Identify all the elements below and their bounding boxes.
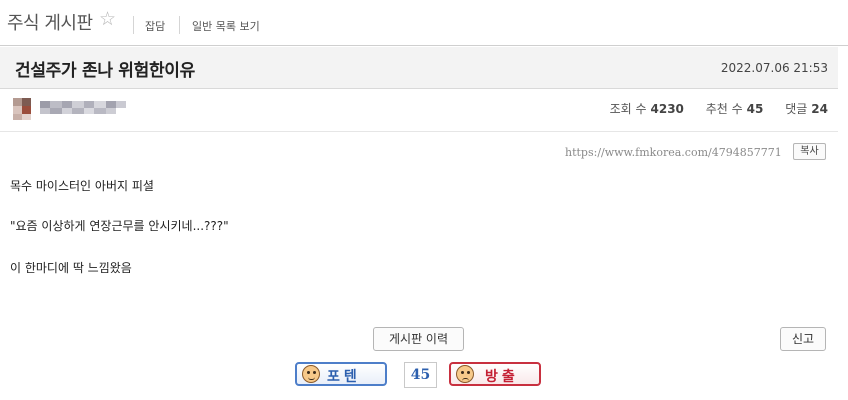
board-history-button[interactable]: 게시판 이력 (373, 327, 464, 351)
happy-face-icon (302, 365, 320, 383)
vote-count: 45 (404, 362, 437, 388)
board-title[interactable]: 주식 게시판 (7, 9, 93, 35)
views-count: 4230 (650, 102, 684, 116)
header-divider (0, 131, 838, 132)
angry-face-icon (456, 365, 474, 383)
vote-down-label: 방출 (485, 369, 519, 385)
star-outline-icon[interactable]: ☆ (99, 8, 116, 30)
nav-divider (133, 16, 134, 34)
post-date: 2022.07.06 21:53 (720, 61, 828, 75)
post-title: 건설주가 존나 위험한이유 (15, 61, 195, 81)
post-body-line: "요즘 이상하게 연장근무를 안시키네...???" (10, 219, 229, 233)
recommend-label: 추천 수 (705, 102, 743, 116)
post-stats: 조회 수 4230 추천 수 45 댓글 24 (610, 100, 828, 117)
views-label: 조회 수 (609, 102, 647, 116)
board-header: 주식 게시판 ☆ 잡담 일반 목록 보기 (0, 0, 848, 46)
nav-divider (179, 16, 180, 34)
vote-up-label: 포텐 (327, 369, 361, 385)
recommend-count: 45 (746, 102, 764, 116)
nav-chat-link[interactable]: 잡담 (145, 18, 165, 34)
copy-url-button[interactable]: 복사 (793, 143, 826, 160)
nav-list-view-link[interactable]: 일반 목록 보기 (192, 18, 260, 34)
comments-count: 24 (811, 102, 828, 116)
vote-down-button[interactable]: 방출 (449, 362, 541, 386)
post-url[interactable]: https://www.fmkorea.com/4794857771 (565, 146, 782, 159)
comments-label: 댓글 (785, 102, 808, 116)
report-button[interactable]: 신고 (780, 327, 826, 351)
post-title-bar: 건설주가 존나 위험한이유 2022.07.06 21:53 (0, 47, 838, 89)
post-body-line: 이 한마디에 딱 느낌왔음 (10, 261, 132, 275)
author-name-blurred[interactable] (10, 96, 130, 122)
post-body-line: 목수 마이스터인 아버지 피셜 (10, 179, 154, 193)
vote-up-button[interactable]: 포텐 (295, 362, 387, 386)
